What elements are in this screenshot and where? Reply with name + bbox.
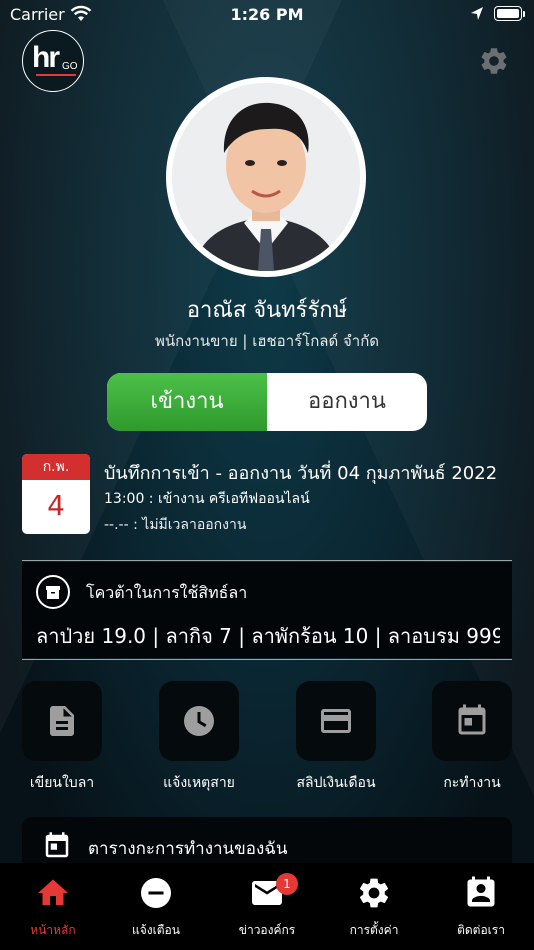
bottom-tab-bar: หน้าหลัก แจ้งเตือน ข่าวองค์กร การตั้งค่า… bbox=[0, 863, 534, 950]
settings-gear-icon[interactable] bbox=[478, 45, 510, 77]
tab-contact-label: ติดต่อเรา bbox=[457, 923, 505, 937]
attendance-check-out: --.-- : ไม่มีเวลาออกงาน bbox=[104, 517, 247, 533]
credit-card-icon bbox=[321, 709, 351, 733]
calendar-day: 4 bbox=[47, 489, 65, 522]
calendar-month: ก.พ. bbox=[22, 454, 90, 480]
tab-contact[interactable]: ติดต่อเรา bbox=[428, 863, 534, 950]
minus-circle-icon bbox=[141, 878, 171, 908]
tab-gear-icon bbox=[359, 878, 389, 908]
calendar-date-icon: ก.พ. 4 bbox=[22, 454, 90, 534]
profile-photo bbox=[172, 83, 360, 271]
battery-tip bbox=[523, 11, 525, 17]
hr-go-logo: hr GO bbox=[22, 30, 84, 92]
logo-text-sub: GO bbox=[62, 61, 78, 72]
write-leave-label: เขียนใบลา bbox=[29, 775, 95, 791]
archive-box-icon bbox=[36, 575, 70, 609]
check-in-button[interactable]: เข้างาน bbox=[107, 373, 267, 431]
tab-settings-label: การตั้งค่า bbox=[349, 923, 399, 937]
attendance-check-in: 13:00 : เข้างาน ครีเอทีฟออนไลน์ bbox=[104, 491, 310, 507]
leave-quota-title: โควต้าในการใช้สิทธ์ลา bbox=[86, 583, 248, 602]
payslip-label: สลิปเงินเดือน bbox=[296, 775, 376, 791]
tab-settings[interactable]: การตั้งค่า bbox=[321, 863, 427, 950]
contact-icon bbox=[467, 876, 495, 907]
employee-role: พนักงานขาย | เฮชอาร์โกลด์ จำกัด bbox=[154, 332, 380, 350]
payslip-button[interactable] bbox=[296, 681, 376, 761]
leave-quota-card[interactable]: โควต้าในการใช้สิทธ์ลา ลาป่วย 19.0 | ลากิ… bbox=[22, 562, 512, 658]
check-in-out-toggle: เข้างาน ออกงาน bbox=[107, 373, 427, 431]
tab-news[interactable]: ข่าวองค์กร bbox=[214, 863, 320, 950]
document-icon bbox=[50, 706, 74, 736]
profile-avatar[interactable] bbox=[172, 83, 360, 271]
report-late-label: แจ้งเหตุสาย bbox=[163, 775, 235, 791]
battery-icon bbox=[494, 6, 522, 21]
divider-bottom bbox=[22, 659, 512, 660]
work-shift-button[interactable] bbox=[432, 681, 512, 761]
tab-notifications-label: แจ้งเตือน bbox=[132, 923, 180, 937]
clock-icon bbox=[184, 706, 214, 736]
tab-news-label: ข่าวองค์กร bbox=[238, 923, 296, 937]
employee-name: อาณัส จันทร์รักษ์ bbox=[186, 298, 348, 323]
schedule-calendar-icon bbox=[45, 832, 69, 858]
logo-underline bbox=[36, 74, 76, 76]
check-out-button[interactable]: ออกงาน bbox=[267, 373, 427, 431]
clock: 1:26 PM bbox=[230, 5, 304, 24]
attendance-title: บันทึกการเข้า - ออกงาน วันที่ 04 กุมภาพั… bbox=[104, 463, 498, 484]
calendar-icon bbox=[458, 704, 486, 735]
tab-home[interactable]: หน้าหลัก bbox=[0, 863, 106, 950]
work-shift-label: กะทำงาน bbox=[443, 775, 501, 791]
location-arrow-icon bbox=[471, 7, 483, 20]
tab-home-label: หน้าหลัก bbox=[30, 923, 76, 937]
home-icon bbox=[38, 879, 68, 905]
news-unread-badge: 1 bbox=[276, 873, 298, 895]
write-leave-button[interactable] bbox=[22, 681, 102, 761]
tab-notifications[interactable]: แจ้งเตือน bbox=[103, 863, 209, 950]
report-late-button[interactable] bbox=[159, 681, 239, 761]
divider-top bbox=[22, 560, 512, 561]
leave-quota-values: ลาป่วย 19.0 | ลากิจ 7 | ลาพักร้อน 10 | ล… bbox=[36, 624, 500, 648]
my-shift-schedule-title: ตารางกะการทำงานของฉัน bbox=[88, 839, 288, 859]
status-bar: Carrier 1:26 PM bbox=[0, 0, 534, 30]
logo-text-main: hr bbox=[32, 41, 60, 74]
